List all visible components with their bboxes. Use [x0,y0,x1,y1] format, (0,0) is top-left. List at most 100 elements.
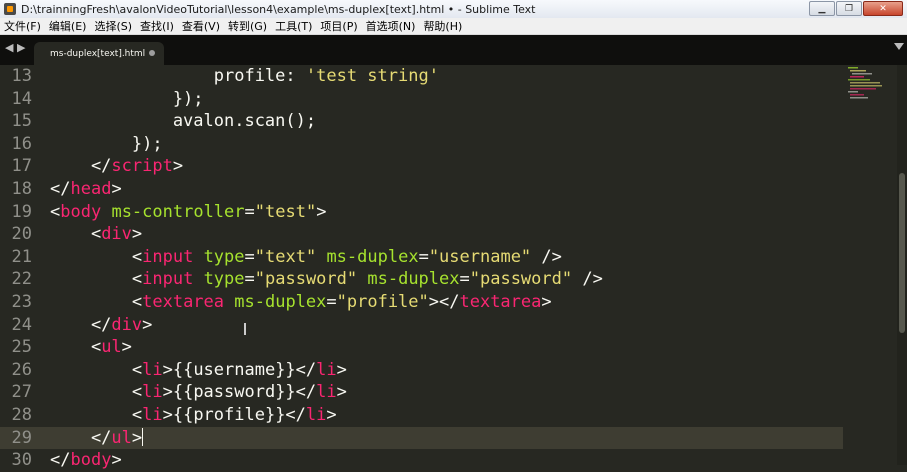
menu-file[interactable]: 文件(F) [0,18,45,34]
code-line[interactable]: </script> [50,155,183,178]
code-token: < [50,359,143,380]
code-token: < [50,269,143,290]
code-line[interactable]: </ul> [50,427,144,450]
code-token: > [316,201,327,222]
code-token: </ [50,427,112,448]
code-token: < [50,382,143,403]
code-line[interactable]: avalon.scan(); [50,110,316,133]
code-token: > [121,337,132,358]
code-token: 'test string' [305,66,439,86]
code-token: ul [101,337,122,358]
line-number: 21 [11,246,32,267]
code-token: >{{profile}}</ [162,405,306,425]
code-line[interactable]: }); [50,88,204,111]
line-number: 23 [11,292,32,312]
text-cursor-icon [244,323,246,335]
code-token: </ [50,450,71,471]
code-token: li [305,405,327,425]
code-line[interactable]: }); [50,133,163,156]
code-token: textarea [459,292,542,312]
code-token: = [244,269,255,290]
code-line[interactable]: </body> [50,449,122,472]
code-token: }); [50,88,204,109]
line-number: 16 [11,133,32,154]
code-line[interactable]: <li>{{username}}</li> [50,359,347,382]
code-editor[interactable]: 13 14 15 16 17 18 19 20 21 22 23 24 25 26 27 28 29 30 pro… [0,65,907,470]
line-number: 18 [11,179,32,199]
vertical-scrollbar[interactable] [897,65,907,465]
code-token: < [50,405,143,425]
code-token: > [336,359,347,380]
code-token: "username" [428,246,532,267]
tab-list-dropdown-icon[interactable] [894,43,904,50]
line-number: 27 [11,382,32,403]
code-line[interactable]: <div> [50,223,142,246]
menu-project[interactable]: 项目(P) [316,18,361,34]
code-token: profile: [50,66,306,86]
minimap[interactable] [846,65,896,115]
tab-ms-duplex-text-html[interactable]: ms-duplex[text].html [34,42,164,65]
line-number: 15 [11,111,32,132]
code-line[interactable]: <li>{{profile}}</li> [50,404,337,427]
line-number: 24 [11,314,32,335]
code-line[interactable]: <input type="password" ms-duplex="passwo… [50,268,603,291]
minimize-button[interactable]: ▁ [809,1,835,16]
text-caret [142,427,144,446]
code-token: > [326,405,337,425]
code-token: ms-controller [111,201,245,222]
code-line[interactable]: <textarea ms-duplex="profile"></textarea… [50,291,552,314]
code-token: > [336,382,347,403]
menu-preferences[interactable]: 首选项(N) [362,18,420,34]
line-number: 14 [11,88,32,109]
code-line[interactable]: <input type="text" ms-duplex="username" … [50,246,562,269]
menu-goto[interactable]: 转到(G) [224,18,271,34]
code-line[interactable]: </head> [50,178,122,201]
code-token: }); [50,133,163,154]
line-number: 28 [11,405,32,425]
menu-find[interactable]: 查找(I) [136,18,178,34]
code-token: > [111,179,122,199]
unsaved-dot-icon[interactable] [149,50,155,56]
menu-edit[interactable]: 编辑(E) [45,18,91,34]
sublime-text-app-icon [4,3,16,15]
line-number: 13 [11,66,32,86]
title-bar: D:\trainningFresh\avalonVideoTutorial\le… [0,0,907,18]
scrollbar-thumb[interactable] [899,173,905,333]
code-line[interactable]: <ul> [50,336,132,359]
code-token: type [203,246,245,267]
code-token: < [50,337,102,358]
close-button[interactable]: ✕ [863,1,903,16]
code-line[interactable]: <body ms-controller="test"> [50,201,326,224]
menu-help[interactable]: 帮助(H) [419,18,466,34]
code-token: body [60,201,102,222]
code-token: /> [572,269,603,290]
code-token: div [111,314,143,335]
window-controls: ▁ ❐ ✕ [809,1,903,16]
code-token: "test" [254,201,317,222]
code-line[interactable]: profile: 'test string' [50,65,439,88]
code-token: = [459,269,470,290]
line-number: 30 [11,450,32,471]
tab-next-arrow-icon[interactable]: ▶ [17,41,25,54]
code-token: head [70,179,112,199]
code-token: li [142,382,163,403]
menu-tools[interactable]: 工具(T) [271,18,316,34]
code-token: < [50,224,102,245]
menu-selection[interactable]: 选择(S) [90,18,136,34]
code-line[interactable]: <li>{{password}}</li> [50,381,347,404]
code-token: < [50,201,61,222]
line-number: 29 [11,427,32,448]
code-line[interactable]: </div> [50,314,152,337]
code-token: > [131,224,143,245]
code-token: "password" [254,269,358,290]
tab-prev-arrow-icon[interactable]: ◀ [5,41,13,54]
code-token: "password" [469,269,573,290]
menu-view[interactable]: 查看(V) [178,18,224,34]
code-token: "text" [254,246,317,267]
maximize-button[interactable]: ❐ [836,1,862,16]
